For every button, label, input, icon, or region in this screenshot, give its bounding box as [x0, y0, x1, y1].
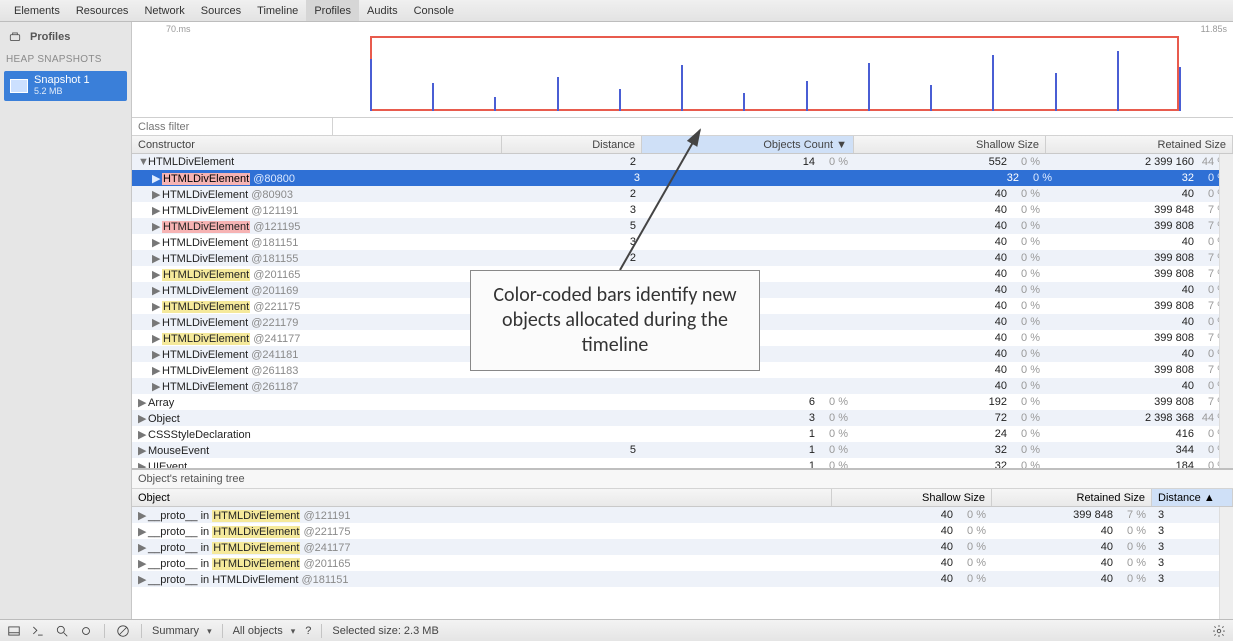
rcol-retained[interactable]: Retained Size — [992, 489, 1152, 506]
retaining-tree-header: Object Shallow Size Retained Size Distan… — [132, 489, 1233, 507]
allocation-bar — [930, 85, 932, 111]
snapshot-size: 5.2 MB — [34, 86, 90, 97]
allocation-bar — [557, 77, 559, 111]
dock-icon[interactable] — [6, 623, 22, 639]
record-icon[interactable] — [78, 623, 94, 639]
allocation-bar — [992, 55, 994, 111]
table-row[interactable]: ▶MouseEvent51 0 %32 0 %344 0 % — [132, 442, 1233, 458]
scope-select[interactable]: All objects — [233, 625, 296, 637]
console-icon[interactable] — [30, 623, 46, 639]
snapshot-icon — [10, 79, 28, 93]
table-row[interactable]: ▶Array6 0 %192 0 %399 808 7 % — [132, 394, 1233, 410]
table-row[interactable]: ▶CSSStyleDeclaration1 0 %24 0 %416 0 % — [132, 426, 1233, 442]
timeline-start: 70.ms — [166, 24, 191, 34]
clear-icon[interactable] — [115, 623, 131, 639]
snapshot-item[interactable]: Snapshot 1 5.2 MB — [4, 71, 127, 101]
profiles-sidebar: Profiles HEAP SNAPSHOTS Snapshot 1 5.2 M… — [0, 22, 132, 619]
status-bar: Summary All objects ? Selected size: 2.3… — [0, 619, 1233, 641]
rcol-distance[interactable]: Distance ▲ — [1152, 489, 1233, 506]
settings-icon[interactable] — [1211, 623, 1227, 639]
scrollbar[interactable] — [1219, 507, 1233, 619]
retaining-tree-title: Object's retaining tree — [132, 470, 1233, 489]
retain-row[interactable]: ▶__proto__ in HTMLDivElement @12119140 0… — [132, 507, 1233, 523]
table-row[interactable]: ▶HTMLDivElement @261187 40 0 %40 0 % — [132, 378, 1233, 394]
retain-row[interactable]: ▶__proto__ in HTMLDivElement @18115140 0… — [132, 571, 1233, 587]
tab-timeline[interactable]: Timeline — [249, 0, 306, 21]
retain-row[interactable]: ▶__proto__ in HTMLDivElement @22117540 0… — [132, 523, 1233, 539]
retaining-tree-panel: Object's retaining tree Object Shallow S… — [132, 469, 1233, 619]
snapshot-name: Snapshot 1 — [34, 75, 90, 86]
allocation-bar — [681, 65, 683, 111]
col-constructor[interactable]: Constructor — [132, 136, 502, 153]
tab-profiles[interactable]: Profiles — [306, 0, 359, 21]
sidebar-header: Profiles — [0, 22, 131, 50]
sidebar-section-heap: HEAP SNAPSHOTS — [0, 50, 131, 69]
sidebar-title: Profiles — [30, 31, 70, 43]
table-row[interactable]: ▶UIEvent1 0 %32 0 %184 0 % — [132, 458, 1233, 468]
retain-row[interactable]: ▶__proto__ in HTMLDivElement @20116540 0… — [132, 555, 1233, 571]
col-shallow-size[interactable]: Shallow Size — [854, 136, 1046, 153]
retain-row[interactable]: ▶__proto__ in HTMLDivElement @24117740 0… — [132, 539, 1233, 555]
devtools-tabstrip: ElementsResourcesNetworkSourcesTimelineP… — [0, 0, 1233, 22]
view-select[interactable]: Summary — [152, 625, 212, 637]
class-filter-input[interactable] — [132, 121, 332, 133]
profiles-icon — [6, 28, 24, 46]
allocation-bar — [806, 81, 808, 111]
tab-elements[interactable]: Elements — [6, 0, 68, 21]
annotation-arrow-icon — [600, 120, 720, 280]
tab-sources[interactable]: Sources — [193, 0, 249, 21]
rcol-shallow[interactable]: Shallow Size — [832, 489, 992, 506]
rcol-object[interactable]: Object — [132, 489, 832, 506]
tab-console[interactable]: Console — [406, 0, 462, 21]
annotation-callout: Color-coded bars identify new objects al… — [470, 270, 760, 371]
allocation-bar — [1055, 73, 1057, 111]
timeline-end: 11.85s — [1201, 24, 1227, 34]
tab-resources[interactable]: Resources — [68, 0, 137, 21]
col-retained-size[interactable]: Retained Size — [1046, 136, 1233, 153]
tab-network[interactable]: Network — [136, 0, 192, 21]
selected-size-label: Selected size: 2.3 MB — [332, 625, 438, 637]
help-icon[interactable]: ? — [305, 625, 311, 637]
allocation-bar — [432, 83, 434, 111]
allocation-bar — [868, 63, 870, 111]
scrollbar[interactable] — [1219, 154, 1233, 468]
table-row[interactable]: ▶Object3 0 %72 0 %2 398 368 44 % — [132, 410, 1233, 426]
search-icon[interactable] — [54, 623, 70, 639]
allocation-bar — [494, 97, 496, 111]
allocation-bar — [619, 89, 621, 111]
timeline-bars — [370, 36, 1179, 111]
allocation-timeline[interactable]: 70.ms 11.85s — [132, 22, 1233, 118]
allocation-bar — [1179, 67, 1181, 111]
allocation-bar — [1117, 51, 1119, 111]
tab-audits[interactable]: Audits — [359, 0, 406, 21]
allocation-bar — [743, 93, 745, 111]
allocation-bar — [370, 59, 372, 111]
